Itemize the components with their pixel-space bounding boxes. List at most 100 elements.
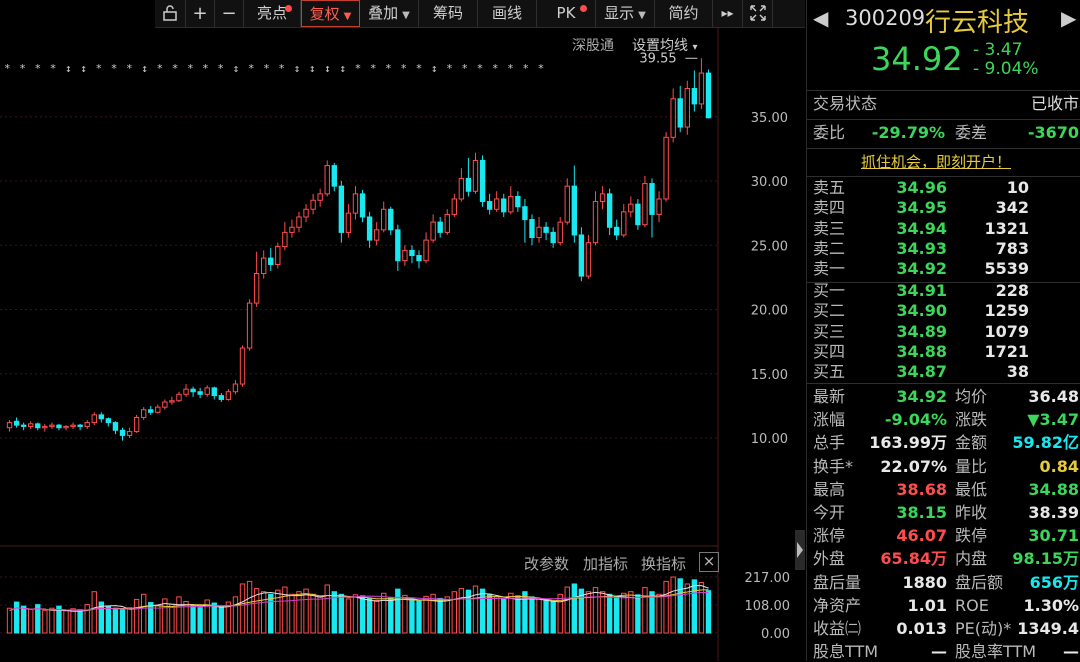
volume-bar [218,605,225,634]
stat-value: 1880 [902,572,947,592]
change-indicator-link[interactable]: 换指标 [641,553,686,574]
candle-body [253,273,260,304]
candle-body [98,414,104,420]
toolbar-simple-button[interactable]: 简约 [655,0,713,27]
candle-body [656,198,662,215]
candle-body [381,208,387,231]
candle-body [126,431,133,436]
orderbook-price[interactable]: 34.95 [867,198,947,218]
volume-bar [409,598,415,634]
candle-body [289,226,295,233]
stat-label: 净资产 [813,595,862,615]
price-tick-label: 30.00 [751,175,788,190]
candle-body [663,136,669,200]
stat-label: 均价 [955,387,988,406]
candle-body [486,201,493,210]
stat-label: 最高 [813,479,846,499]
volume-bar [112,607,119,634]
volume-bar [515,595,521,634]
candle-body [268,257,274,266]
toolbar-highlight-button[interactable]: 亮点 [244,0,301,27]
more-button[interactable]: ▸▸ [713,0,743,27]
candle-body [606,193,613,228]
close-indicator-button[interactable]: × [699,552,719,572]
toolbar-pk-button[interactable]: PK [537,0,596,27]
toolbar-draw-button[interactable]: 画线 [478,0,537,27]
toolbar-adjust-button[interactable]: 复权 ▼ [301,0,360,27]
candle-body [246,302,253,349]
edit-params-link[interactable]: 改参数 [524,553,569,574]
zoom-in-button[interactable]: + [186,0,215,27]
sgt-link[interactable]: 深股通 [572,35,614,55]
volume-bar [6,607,13,634]
toolbar-item-label: PK [556,4,576,22]
orderbook-price[interactable]: 34.87 [867,362,947,382]
next-stock-arrow[interactable]: ▶ [1061,6,1076,30]
ma-settings-link[interactable]: 设置均线 ▾ [632,35,697,55]
zoom-out-button[interactable]: − [215,0,244,27]
stat-value: 34.92 [896,387,947,406]
toolbar-chips-button[interactable]: 筹码 [419,0,478,27]
weibi-value: -29.79% [871,123,945,142]
orderbook-price[interactable]: 34.93 [867,239,947,259]
volume-bar [663,580,669,634]
add-indicator-link[interactable]: 加指标 [583,553,628,574]
volume-bar [423,595,429,634]
orderbook-volume: 342 [995,198,1029,218]
stat-value: 1349.4 [1017,619,1079,638]
orderbook-volume: 38 [1006,362,1029,382]
orderbook-level-label: 卖二 [813,238,846,258]
candle-body [49,424,55,427]
orderbook-price[interactable]: 34.96 [867,178,947,198]
volume-bar [28,608,34,634]
volume-bar [190,604,196,634]
orderbook-price[interactable]: 34.91 [867,281,947,301]
candle-body [402,249,408,262]
toolbar-item-label: 复权 [309,5,340,23]
volume-bar [317,596,323,634]
orderbook-price[interactable]: 34.88 [867,342,947,362]
orderbook-level-label: 卖四 [813,198,846,218]
candle-body [635,203,641,226]
volume-bar [458,588,465,634]
stat-value: 0.013 [896,619,947,638]
volume-bar [268,593,274,634]
orderbook-price[interactable]: 34.94 [867,219,947,239]
candle-body [359,193,366,218]
volume-bar [49,607,55,634]
orderbook-price[interactable]: 34.92 [867,259,947,279]
candle-body [169,400,175,403]
volume-bar [402,594,408,634]
stat-label: 总手 [813,433,846,453]
open-account-ad[interactable]: 抓住机会，即刻开户！ [861,151,1011,172]
toolbar-overlay-button[interactable]: 叠加 ▼ [360,0,419,27]
volume-bar [536,598,542,634]
orderbook-level-label: 买五 [813,362,846,382]
panel-toggle[interactable] [795,530,805,570]
candle-body [211,387,217,397]
candle-body [578,234,585,277]
candle-body [13,420,20,426]
candle-body [91,414,97,424]
candle-body [282,231,288,248]
volume-bar [303,588,309,634]
candle-body [649,183,655,215]
candle-body [423,239,429,262]
candle-body [373,229,380,241]
last-price: 34.92 [871,40,963,78]
volume-bar [63,610,69,634]
orderbook-price[interactable]: 34.89 [867,322,947,342]
prev-stock-arrow[interactable]: ◀ [813,6,828,30]
stat-value: 34.88 [1028,479,1079,499]
stat-value: 38.68 [896,479,947,499]
stat-label: ROE [955,595,989,615]
orderbook-price[interactable]: 34.90 [867,301,947,321]
volume-bar [140,593,147,634]
stat-value: 1.30% [1023,595,1079,615]
lock-button[interactable] [155,0,186,27]
expand-button[interactable] [743,0,773,27]
volume-bar [155,605,161,634]
orderbook-level-label: 买二 [813,301,846,321]
candle-body [133,416,140,433]
toolbar-display-button[interactable]: 显示 ▼ [596,0,655,27]
